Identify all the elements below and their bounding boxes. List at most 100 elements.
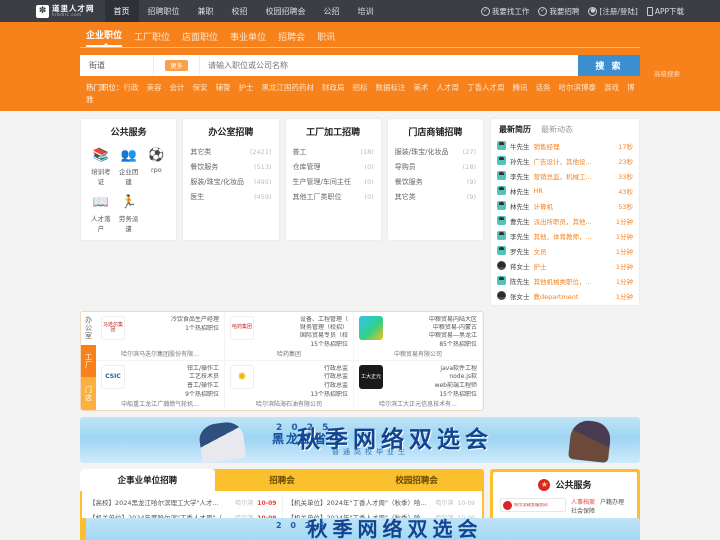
- company-cell[interactable]: 哈药集团 设备、工程管理（ 财务管理（校招） 国际贸易专员（校 15个热招职位 …: [225, 312, 354, 362]
- company-name[interactable]: 哈尔滨陆海石油有限公司: [230, 399, 348, 408]
- public-link-social-security[interactable]: 社会保障: [571, 508, 595, 515]
- city-selector[interactable]: 街道: [80, 55, 154, 76]
- job-category-row[interactable]: 其它类 (9): [395, 189, 476, 204]
- promo-banner[interactable]: 2 0 2 5 黑龙江省 秋季网络双选会 普通高校毕业生: [80, 417, 640, 463]
- job-category-row[interactable]: 仓库管理 (0): [293, 159, 374, 174]
- bottom-promo-banner[interactable]: 2 0 2 5 秋季网络双选会: [80, 518, 640, 540]
- hot-keyword[interactable]: 游戏: [604, 83, 619, 92]
- resume-row[interactable]: 李先生 其他，体育教师，... 1分钟: [497, 228, 633, 243]
- hot-keyword[interactable]: 腾讯: [513, 83, 528, 92]
- public-service-item-rpo[interactable]: ⚽ rpo: [144, 144, 170, 186]
- find-job-button[interactable]: ✓ 我要找工作: [480, 6, 529, 17]
- search-tab-jobfair[interactable]: 招聘会: [278, 30, 305, 47]
- company-cell[interactable]: CSIC 钳工/操作工 工艺技术员 普工/操作工 9个热招职位 中船重工龙江广瀚…: [96, 361, 225, 410]
- nav-item-training[interactable]: 培训: [349, 0, 383, 22]
- job-category-row[interactable]: 餐饮服务 (9): [395, 174, 476, 189]
- side-tab-store[interactable]: 门店: [81, 377, 96, 410]
- side-tab-office[interactable]: 办公室: [81, 312, 96, 345]
- job-category-row[interactable]: 生产管理/车间主任 (0): [293, 174, 374, 189]
- tab-latest-activity[interactable]: 最新动态: [541, 124, 573, 135]
- job-category-row[interactable]: 导购员 (18): [395, 159, 476, 174]
- resume-row[interactable]: 延女士 运营 1分钟: [497, 303, 633, 305]
- hot-keyword[interactable]: 保安: [193, 83, 208, 92]
- tab-jobfair[interactable]: 招聘会: [215, 469, 350, 491]
- resume-row[interactable]: 林先生 计算机 53秒: [497, 198, 633, 213]
- job-category-row[interactable]: 医生 (459): [190, 189, 271, 204]
- gov-site-badge[interactable]: 哈尔滨政务服务网: [500, 498, 566, 512]
- announcement-row[interactable]: 【高校】2024黑龙江哈尔滨理工大学"人才... 哈尔滨 10-09: [89, 495, 277, 509]
- company-cell[interactable]: 工大正元 java软件工程 node.js软 web前端工程师 15个热招职位 …: [354, 361, 483, 410]
- resume-row[interactable]: 李先生 营销总监，机械工... 33秒: [497, 168, 633, 183]
- nav-item-public-recruit[interactable]: 公招: [315, 0, 349, 22]
- company-job[interactable]: web前端工程师: [388, 382, 477, 390]
- public-service-item-teambuilding[interactable]: 👥 企业团建: [116, 144, 142, 186]
- company-job[interactable]: 行政总监: [259, 373, 348, 381]
- job-category-row[interactable]: 其他工厂类职位 (0): [293, 189, 374, 204]
- public-link-household[interactable]: 户籍办理: [600, 499, 624, 506]
- advanced-search-link[interactable]: 高级搜索: [654, 68, 680, 78]
- hot-keyword[interactable]: 黑龙江国药药材: [262, 83, 315, 92]
- company-name[interactable]: 哈尔滨马迭尔集团股份有限...: [101, 349, 219, 358]
- company-cell[interactable]: ✸ 行政总监 行政总监 行政总监 13个热招职位 哈尔滨陆海石油有限公司: [225, 361, 354, 410]
- company-name[interactable]: 哈药集团: [230, 349, 348, 358]
- register-login-button[interactable]: ● [注册/登陆]: [588, 6, 638, 17]
- nav-item-home[interactable]: 首页: [104, 0, 139, 22]
- hot-keyword[interactable]: 财政局: [322, 83, 345, 92]
- company-job[interactable]: 行政总监: [259, 382, 348, 390]
- resume-row[interactable]: 曹先生 派出所职员，其他... 1分钟: [497, 213, 633, 228]
- resume-row[interactable]: 陈先生 其他机械类职位，... 1分钟: [497, 273, 633, 288]
- nav-item-parttime[interactable]: 兼职: [189, 0, 223, 22]
- tab-enterprise-institution[interactable]: 企事业单位招聘: [80, 469, 215, 491]
- hot-keyword[interactable]: 美容: [147, 83, 162, 92]
- search-input[interactable]: [208, 61, 578, 70]
- side-tab-factory[interactable]: 工厂: [81, 344, 96, 378]
- company-name[interactable]: 哈尔滨工大正元信息技术有...: [359, 399, 477, 408]
- post-job-button[interactable]: ✓ 我要招聘: [538, 6, 579, 17]
- company-job[interactable]: 财务管理（校招）: [259, 324, 348, 332]
- hot-keyword[interactable]: 会计: [170, 83, 185, 92]
- resume-row[interactable]: 牛先生 销售经理 17秒: [497, 138, 633, 153]
- public-service-item-training[interactable]: 📚 培训考证: [88, 144, 114, 186]
- hot-keyword[interactable]: 人才周: [437, 83, 460, 92]
- search-tab-institution[interactable]: 事业单位: [230, 30, 266, 47]
- company-job[interactable]: 中粮贸易-内蒙古: [388, 324, 477, 332]
- public-service-item-household[interactable]: 📖 人才落户: [88, 191, 114, 233]
- search-tab-store[interactable]: 店面职位: [182, 30, 218, 47]
- company-name[interactable]: 中粮贸易有限公司: [359, 349, 477, 358]
- tab-campus-jobfair[interactable]: 校园招聘会: [349, 469, 484, 491]
- resume-row[interactable]: 孙先生 广告设计，其他设... 23秒: [497, 153, 633, 168]
- company-job[interactable]: 冷饮食品生产经理: [130, 316, 219, 324]
- public-link-personnel-file[interactable]: 人事档案: [571, 499, 595, 506]
- company-cell[interactable]: 中粮贸易内陆大区 中粮贸易-内蒙古 中粮贸易—黑龙江 85个热招职位 中粮贸易有…: [354, 312, 483, 362]
- company-job[interactable]: 普工/操作工: [130, 382, 219, 390]
- tab-latest-resumes[interactable]: 最新简历: [499, 124, 531, 135]
- hot-keyword[interactable]: 数据标注: [376, 83, 406, 92]
- more-filters[interactable]: 更多: [154, 55, 200, 76]
- announcement-row[interactable]: 【机关单位】2024年"丁香人才周"（秋季）哈... 哈尔滨10-09: [288, 495, 476, 509]
- hot-keyword[interactable]: 招标: [353, 83, 368, 92]
- job-category-row[interactable]: 服装/珠宝/化妆品 (495): [190, 174, 271, 189]
- nav-item-campus-fair[interactable]: 校园招聘会: [257, 0, 315, 22]
- search-button[interactable]: 搜 索: [578, 55, 640, 76]
- hot-keyword[interactable]: 辅警: [216, 83, 231, 92]
- resume-row[interactable]: 张女士 教department 1分钟: [497, 288, 633, 303]
- company-job[interactable]: 国际贸易专员（校: [259, 332, 348, 340]
- job-category-row[interactable]: 餐饮服务 (513): [190, 159, 271, 174]
- site-logo[interactable]: ✽ 道里人才网 hrbdlrc.com: [36, 4, 105, 18]
- public-service-item-dispatch[interactable]: 🏃 劳务派遣: [116, 191, 142, 233]
- company-job[interactable]: java软件工程: [388, 365, 477, 373]
- search-tab-factory[interactable]: 工厂职位: [134, 30, 170, 47]
- more-filters-badge[interactable]: 更多: [165, 60, 188, 71]
- company-job[interactable]: 工艺技术员: [130, 373, 219, 381]
- hot-keyword[interactable]: 话务: [536, 83, 551, 92]
- nav-item-jobs[interactable]: 招聘职位: [139, 0, 189, 22]
- company-job[interactable]: 设备、工程管理（: [259, 316, 348, 324]
- hot-keyword[interactable]: 丁香人才周: [467, 83, 505, 92]
- company-job[interactable]: 中粮贸易—黑龙江: [388, 332, 477, 340]
- company-job[interactable]: 钳工/操作工: [130, 365, 219, 373]
- nav-item-campus[interactable]: 校招: [223, 0, 257, 22]
- app-download-button[interactable]: APP下载: [646, 6, 684, 17]
- hot-keyword[interactable]: 美术: [414, 83, 429, 92]
- company-job[interactable]: 行政总监: [259, 365, 348, 373]
- job-category-row[interactable]: 其它类 (2421): [190, 144, 271, 159]
